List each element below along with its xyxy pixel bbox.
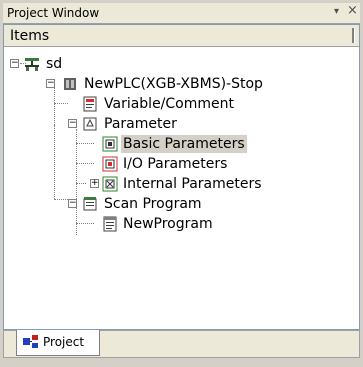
tree-panel: Items − sd − NewPLC(XGB-XBMS)-Stop Varia… (3, 24, 360, 330)
collapse-icon[interactable]: − (68, 119, 77, 128)
program-icon (103, 216, 117, 232)
tab-project[interactable]: Project (16, 330, 100, 356)
variable-comment-icon (83, 96, 97, 112)
scan-program-icon (83, 197, 97, 211)
pin-icon[interactable]: ▾ (334, 6, 339, 17)
tree-item-sd[interactable]: − sd (4, 55, 344, 73)
project-tab-icon (23, 335, 38, 348)
header-resize-handle[interactable] (352, 28, 355, 43)
tree-item-internal-parameters[interactable]: + Internal Parameters (4, 175, 344, 193)
tab-label: Project (43, 335, 85, 349)
tree-item-label: Variable/Comment (104, 96, 234, 112)
expand-icon[interactable]: + (90, 179, 99, 188)
tree-item-label: I/O Parameters (123, 156, 228, 172)
window-title: Project Window (7, 6, 100, 20)
tree-item-label: NewProgram (123, 216, 213, 232)
collapse-icon[interactable]: − (10, 59, 19, 68)
tree-item-io-parameters[interactable]: I/O Parameters (4, 155, 344, 173)
tree-item-label: Basic Parameters (121, 135, 247, 153)
tree-item-plc[interactable]: − NewPLC(XGB-XBMS)-Stop (4, 75, 344, 93)
tree-item-basic-parameters[interactable]: Basic Parameters (4, 135, 344, 153)
parameter-icon (83, 117, 97, 131)
project-tree: − sd − NewPLC(XGB-XBMS)-Stop Variable/Co… (4, 49, 359, 329)
basic-parameters-icon (102, 136, 118, 152)
tree-item-label: sd (46, 56, 63, 72)
network-icon (25, 58, 39, 71)
collapse-icon[interactable]: − (46, 79, 55, 88)
plc-icon (64, 78, 76, 90)
tree-item-label: Scan Program (104, 196, 202, 212)
io-parameters-icon (102, 156, 118, 172)
tree-item-new-program[interactable]: NewProgram (4, 215, 344, 233)
internal-parameters-icon (102, 176, 118, 192)
title-bar[interactable]: Project Window ▾ × (3, 3, 360, 24)
tree-item-parameter[interactable]: − Parameter (4, 115, 344, 133)
items-header[interactable]: Items (4, 25, 359, 47)
tree-item-variable-comment[interactable]: Variable/Comment (4, 95, 344, 113)
tree-item-label: Parameter (104, 116, 177, 132)
items-header-label: Items (10, 28, 50, 44)
bottom-tab-bar: Project (3, 330, 360, 358)
tree-item-label: NewPLC(XGB-XBMS)-Stop (84, 76, 263, 92)
tree-item-scan-program[interactable]: − Scan Program (4, 195, 344, 213)
close-icon[interactable]: × (347, 3, 358, 18)
project-window: Project Window ▾ × Items − sd − NewPLC(X… (0, 0, 363, 367)
tree-item-label: Internal Parameters (123, 176, 262, 192)
collapse-icon[interactable]: − (68, 199, 77, 208)
window-bottom-edge (3, 358, 360, 364)
